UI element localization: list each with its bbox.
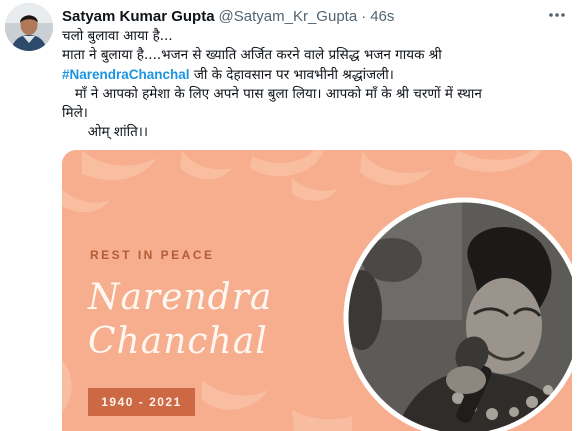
avatar[interactable]: [5, 3, 53, 51]
tweet-line: #NarendraChanchal जी के देहावसान पर भावभ…: [62, 65, 572, 85]
tweet-line: माता ने बुलाया है....भजन से ख्याति अर्जि…: [62, 47, 442, 63]
header-separator: ·: [361, 7, 367, 25]
tweet-line: ओम् शांति।।: [62, 124, 149, 140]
tweet-line-tail: जी के देहावसान पर भावभीनी श्रद्धांजली।: [193, 67, 394, 83]
tweet-timestamp[interactable]: 46s: [370, 8, 394, 25]
tweet-media-card[interactable]: REST IN PEACE Narendra Chanchal 1940 - 2…: [62, 150, 572, 431]
tweet-text: चलो बुलावा आया है... माता ने बुलाया है..…: [62, 27, 572, 142]
avatar-photo: [5, 3, 53, 51]
tweet-line: माँ ने आपको हमेशा के लिए अपने पास बुला ल…: [62, 86, 482, 102]
years-badge: 1940 - 2021: [88, 388, 195, 416]
card-kicker: REST IN PEACE: [90, 248, 215, 262]
card-first-name: Narendra: [88, 277, 273, 318]
more-options-button[interactable]: [546, 8, 568, 22]
tweet-header: Satyam Kumar Gupta @Satyam_Kr_Gupta · 46…: [62, 6, 394, 26]
author-handle[interactable]: @Satyam_Kr_Gupta: [219, 8, 358, 25]
card-last-name: Chanchal: [88, 321, 268, 362]
author-name[interactable]: Satyam Kumar Gupta: [62, 8, 215, 25]
more-horizontal-icon: [549, 13, 565, 17]
tweet-line: मिले।: [62, 105, 88, 121]
tweet-line: चलो बुलावा आया है...: [62, 28, 173, 44]
hashtag-link[interactable]: #NarendraChanchal: [62, 67, 190, 82]
